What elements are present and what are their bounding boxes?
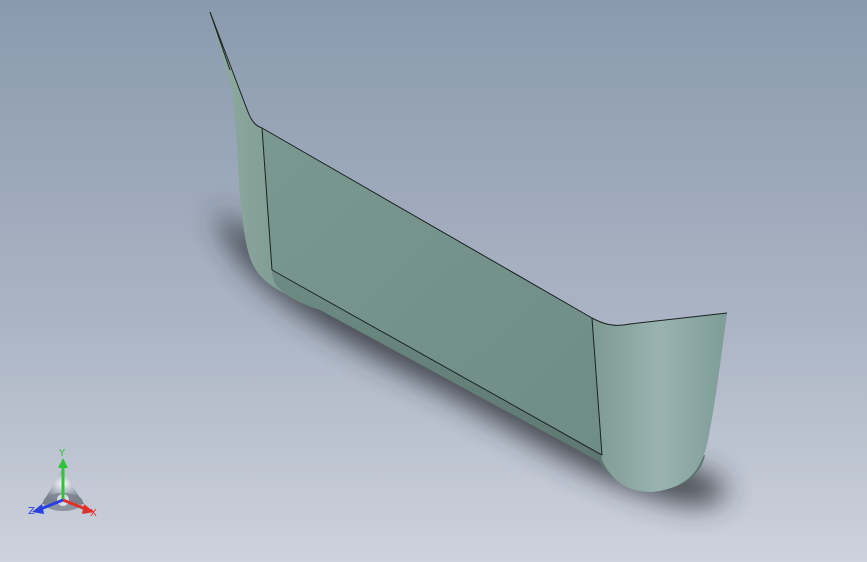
part-right-face: [592, 313, 727, 492]
triad-y-label: Y: [58, 448, 66, 459]
coordinate-triad[interactable]: Y X Z: [22, 446, 104, 526]
part-front-face: [262, 128, 602, 455]
triad-z-label: Z: [28, 506, 35, 517]
graphics-viewport[interactable]: Y X Z: [0, 0, 867, 562]
3d-model-view[interactable]: [0, 0, 867, 562]
triad-x-label: X: [90, 508, 97, 519]
